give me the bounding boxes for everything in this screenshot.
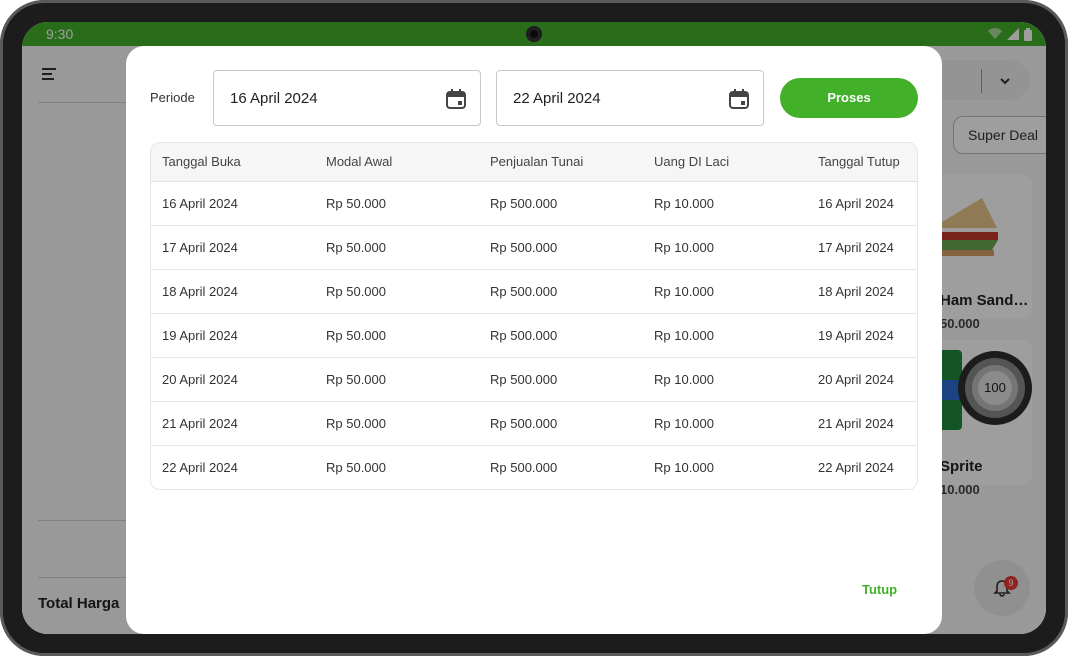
table-cell: Rp 50.000: [326, 327, 386, 343]
table-row: 21 April 2024 Rp 50.000 Rp 500.000 Rp 10…: [151, 401, 917, 445]
table-cell: 18 April 2024: [818, 283, 894, 299]
calendar-icon[interactable]: [728, 88, 750, 110]
table-cell: 21 April 2024: [818, 415, 894, 431]
table-cell: 22 April 2024: [818, 459, 894, 475]
table-cell: Rp 10.000: [654, 415, 714, 431]
table-row: 17 April 2024 Rp 50.000 Rp 500.000 Rp 10…: [151, 225, 917, 269]
table-cell: Rp 50.000: [326, 195, 386, 211]
table-cell: Rp 10.000: [654, 283, 714, 299]
table-row: 16 April 2024 Rp 50.000 Rp 500.000 Rp 10…: [151, 181, 917, 225]
table-cell: Rp 500.000: [490, 327, 558, 343]
table-cell: 18 April 2024: [162, 283, 238, 299]
table-cell: 16 April 2024: [162, 195, 238, 211]
table-cell: Rp 500.000: [490, 415, 558, 431]
table-cell: 19 April 2024: [818, 327, 894, 343]
table-cell: 17 April 2024: [818, 239, 894, 255]
table-cell: 16 April 2024: [818, 195, 894, 211]
table-cell: Rp 10.000: [654, 239, 714, 255]
periode-label: Periode: [150, 90, 195, 105]
proses-button[interactable]: Proses: [780, 78, 918, 118]
table-cell: 20 April 2024: [818, 371, 894, 387]
start-date-value: 16 April 2024: [230, 90, 318, 107]
table-header-row: Tanggal Buka Modal Awal Penjualan Tunai …: [151, 143, 917, 182]
table-cell: Rp 500.000: [490, 459, 558, 475]
shift-history-dialog: Periode 16 April 2024 22 April 2024 Pros…: [126, 46, 942, 634]
table-cell: Rp 10.000: [654, 371, 714, 387]
table-row: 20 April 2024 Rp 50.000 Rp 500.000 Rp 10…: [151, 357, 917, 401]
table-cell: 21 April 2024: [162, 415, 238, 431]
table-cell: Rp 10.000: [654, 327, 714, 343]
table-cell: 22 April 2024: [162, 459, 238, 475]
end-date-value: 22 April 2024: [513, 90, 601, 107]
table-cell: Rp 50.000: [326, 459, 386, 475]
table-row: 19 April 2024 Rp 50.000 Rp 500.000 Rp 10…: [151, 313, 917, 357]
table-cell: Rp 500.000: [490, 195, 558, 211]
calendar-icon[interactable]: [445, 88, 467, 110]
table-cell: 17 April 2024: [162, 239, 238, 255]
end-date-field[interactable]: 22 April 2024: [496, 70, 764, 126]
column-header: Tanggal Tutup: [807, 143, 917, 182]
table-cell: Rp 50.000: [326, 371, 386, 387]
table-cell: Rp 10.000: [654, 195, 714, 211]
column-header: Uang DI Laci: [643, 143, 807, 182]
device-screen: 9:30 Total Harga Super Deal Ham Sand… 50…: [22, 22, 1046, 634]
column-header: Penjualan Tunai: [479, 143, 643, 182]
start-date-field[interactable]: 16 April 2024: [213, 70, 481, 126]
column-header: Tanggal Buka: [151, 143, 315, 182]
tutup-button[interactable]: Tutup: [862, 582, 897, 597]
table-cell: 19 April 2024: [162, 327, 238, 343]
table-row: 22 April 2024 Rp 50.000 Rp 500.000 Rp 10…: [151, 445, 917, 489]
table-cell: 20 April 2024: [162, 371, 238, 387]
table-cell: Rp 10.000: [654, 459, 714, 475]
table-cell: Rp 500.000: [490, 283, 558, 299]
table-cell: Rp 50.000: [326, 283, 386, 299]
table-cell: Rp 50.000: [326, 239, 386, 255]
table-cell: Rp 50.000: [326, 415, 386, 431]
column-header: Modal Awal: [315, 143, 479, 182]
table-cell: Rp 500.000: [490, 371, 558, 387]
table-row: 18 April 2024 Rp 50.000 Rp 500.000 Rp 10…: [151, 269, 917, 313]
table-cell: Rp 500.000: [490, 239, 558, 255]
shift-table: Tanggal Buka Modal Awal Penjualan Tunai …: [150, 142, 918, 490]
